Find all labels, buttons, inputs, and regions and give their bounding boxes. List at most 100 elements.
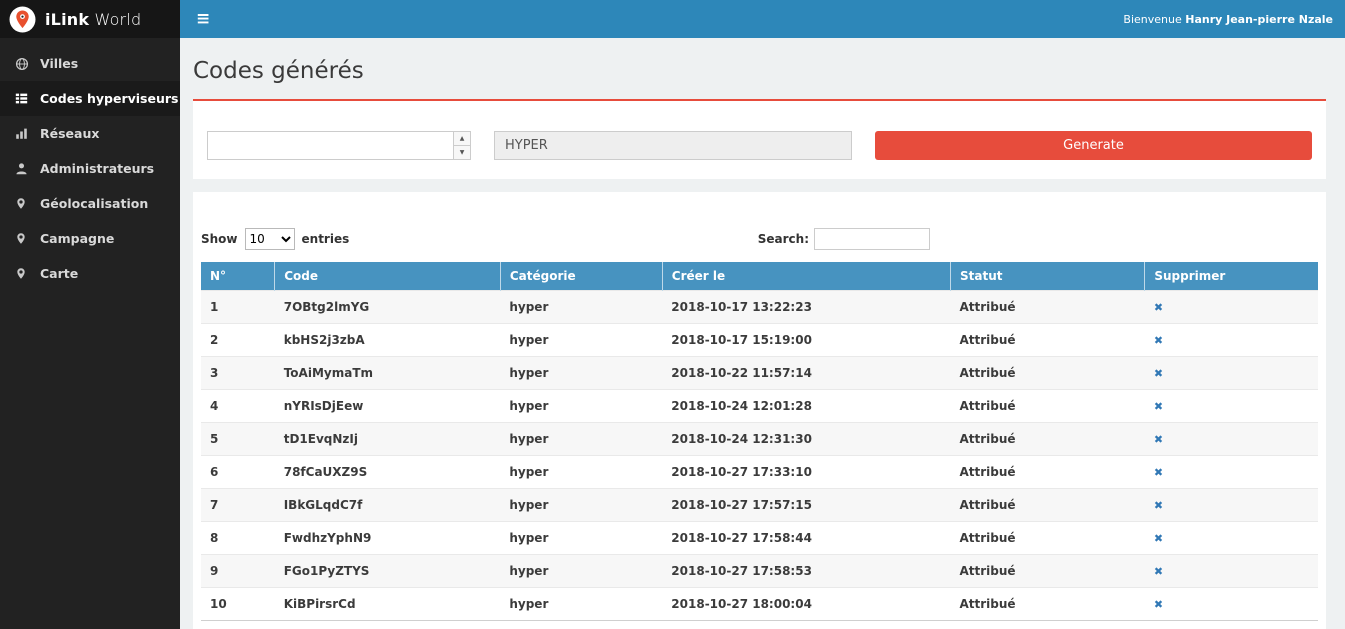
table-controls: Show 10 entries Search:: [201, 228, 1318, 250]
cell-delete: ✖: [1145, 456, 1318, 489]
delete-icon[interactable]: ✖: [1154, 466, 1163, 479]
delete-icon[interactable]: ✖: [1154, 367, 1163, 380]
cell-delete: ✖: [1145, 324, 1318, 357]
cell-category: hyper: [500, 291, 662, 324]
codes-table-panel: Show 10 entries Search: N°CodeCatégorieC…: [193, 192, 1326, 629]
list-icon: [15, 92, 30, 105]
sidebar-item-administrateurs[interactable]: Administrateurs: [0, 151, 180, 186]
delete-icon[interactable]: ✖: [1154, 532, 1163, 545]
column-header[interactable]: Créer le: [662, 262, 950, 291]
sidebar-item-carte[interactable]: Carte: [0, 256, 180, 291]
codes-table-body: 17OBtg2lmYGhyper2018-10-17 13:22:23Attri…: [201, 291, 1318, 621]
column-header[interactable]: Statut: [950, 262, 1144, 291]
cell-num: 6: [201, 456, 275, 489]
cell-status: Attribué: [950, 324, 1144, 357]
cell-created: 2018-10-27 17:58:44: [662, 522, 950, 555]
cell-status: Attribué: [950, 291, 1144, 324]
cell-delete: ✖: [1145, 555, 1318, 588]
column-header[interactable]: Supprimer: [1145, 262, 1318, 291]
cell-delete: ✖: [1145, 522, 1318, 555]
cell-code: ToAiMymaTm: [275, 357, 501, 390]
delete-icon[interactable]: ✖: [1154, 400, 1163, 413]
cell-delete: ✖: [1145, 357, 1318, 390]
column-header[interactable]: Catégorie: [500, 262, 662, 291]
sidebar-toggle-icon[interactable]: ≡: [196, 11, 210, 28]
search-input[interactable]: [814, 228, 930, 250]
cell-status: Attribué: [950, 588, 1144, 621]
delete-icon[interactable]: ✖: [1154, 334, 1163, 347]
cell-num: 8: [201, 522, 275, 555]
generate-button[interactable]: Generate: [875, 131, 1312, 160]
cell-code: KiBPirsrCd: [275, 588, 501, 621]
top-bar: iLink World ≡ Bienvenue Hanry Jean-pierr…: [0, 0, 1345, 38]
sidebar-item-campagne[interactable]: Campagne: [0, 221, 180, 256]
sidebar-item-label: Géolocalisation: [40, 196, 148, 211]
delete-icon[interactable]: ✖: [1154, 301, 1163, 314]
delete-icon[interactable]: ✖: [1154, 565, 1163, 578]
cell-created: 2018-10-24 12:31:30: [662, 423, 950, 456]
app-logo-icon: [9, 6, 36, 33]
table-row: 4nYRIsDjEewhyper2018-10-24 12:01:28Attri…: [201, 390, 1318, 423]
map-marker-icon: [15, 267, 30, 280]
column-header[interactable]: Code: [275, 262, 501, 291]
delete-icon[interactable]: ✖: [1154, 433, 1163, 446]
cell-category: hyper: [500, 588, 662, 621]
cell-category: hyper: [500, 456, 662, 489]
top-nav: ≡ Bienvenue Hanry Jean-pierre Nzale: [180, 0, 1345, 38]
table-row: 678fCaUXZ9Shyper2018-10-27 17:33:10Attri…: [201, 456, 1318, 489]
sidebar-item-villes[interactable]: Villes: [0, 46, 180, 81]
search-label: Search:: [758, 232, 809, 246]
cell-num: 3: [201, 357, 275, 390]
stepper-up-icon[interactable]: ▲: [454, 132, 470, 146]
cell-status: Attribué: [950, 357, 1144, 390]
brand-name: iLink World: [45, 10, 141, 29]
sidebar-item-label: Villes: [40, 56, 78, 71]
quantity-input[interactable]: [208, 132, 453, 159]
map-marker-icon: [15, 232, 30, 245]
cell-code: FwdhzYphN9: [275, 522, 501, 555]
entries-label: entries: [302, 232, 350, 246]
sidebar-item-label: Administrateurs: [40, 161, 154, 176]
cell-delete: ✖: [1145, 489, 1318, 522]
table-row: 5tD1EvqNzIjhyper2018-10-24 12:31:30Attri…: [201, 423, 1318, 456]
header-row: N°CodeCatégorieCréer leStatutSupprimer: [201, 262, 1318, 291]
sidebar-item-geolocalisation[interactable]: Géolocalisation: [0, 186, 180, 221]
cell-created: 2018-10-17 15:19:00: [662, 324, 950, 357]
cell-num: 10: [201, 588, 275, 621]
chart-bars-icon: [15, 127, 30, 140]
stepper-down-icon[interactable]: ▼: [454, 146, 470, 159]
map-marker-icon: [15, 197, 30, 210]
sidebar-item-reseaux[interactable]: Réseaux: [0, 116, 180, 151]
cell-num: 7: [201, 489, 275, 522]
cell-code: kbHS2j3zbA: [275, 324, 501, 357]
delete-icon[interactable]: ✖: [1154, 499, 1163, 512]
cell-category: hyper: [500, 423, 662, 456]
delete-icon[interactable]: ✖: [1154, 598, 1163, 611]
cell-num: 9: [201, 555, 275, 588]
codes-table: N°CodeCatégorieCréer leStatutSupprimer 1…: [201, 262, 1318, 621]
sidebar-item-label: Campagne: [40, 231, 114, 246]
cell-delete: ✖: [1145, 390, 1318, 423]
quantity-stepper[interactable]: ▲ ▼: [207, 131, 471, 160]
page-length-select[interactable]: 10: [245, 228, 295, 250]
cell-num: 5: [201, 423, 275, 456]
table-row: 8FwdhzYphN9hyper2018-10-27 17:58:44Attri…: [201, 522, 1318, 555]
cell-code: tD1EvqNzIj: [275, 423, 501, 456]
cell-code: IBkGLqdC7f: [275, 489, 501, 522]
sidebar-item-label: Carte: [40, 266, 78, 281]
cell-category: hyper: [500, 555, 662, 588]
cell-status: Attribué: [950, 456, 1144, 489]
sidebar-menu: Villes Codes hyperviseursRéseaux Administr…: [0, 46, 180, 291]
sidebar-item-codes-hyperviseurs[interactable]: Codes hyperviseurs: [0, 81, 180, 116]
cell-code: 78fCaUXZ9S: [275, 456, 501, 489]
cell-status: Attribué: [950, 423, 1144, 456]
cell-code: nYRIsDjEew: [275, 390, 501, 423]
brand[interactable]: iLink World: [0, 0, 180, 38]
cell-category: hyper: [500, 390, 662, 423]
table-row: 7IBkGLqdC7fhyper2018-10-27 17:57:15Attri…: [201, 489, 1318, 522]
column-header[interactable]: N°: [201, 262, 275, 291]
cell-num: 1: [201, 291, 275, 324]
cell-created: 2018-10-27 18:00:04: [662, 588, 950, 621]
cell-status: Attribué: [950, 489, 1144, 522]
category-field: [494, 131, 852, 160]
